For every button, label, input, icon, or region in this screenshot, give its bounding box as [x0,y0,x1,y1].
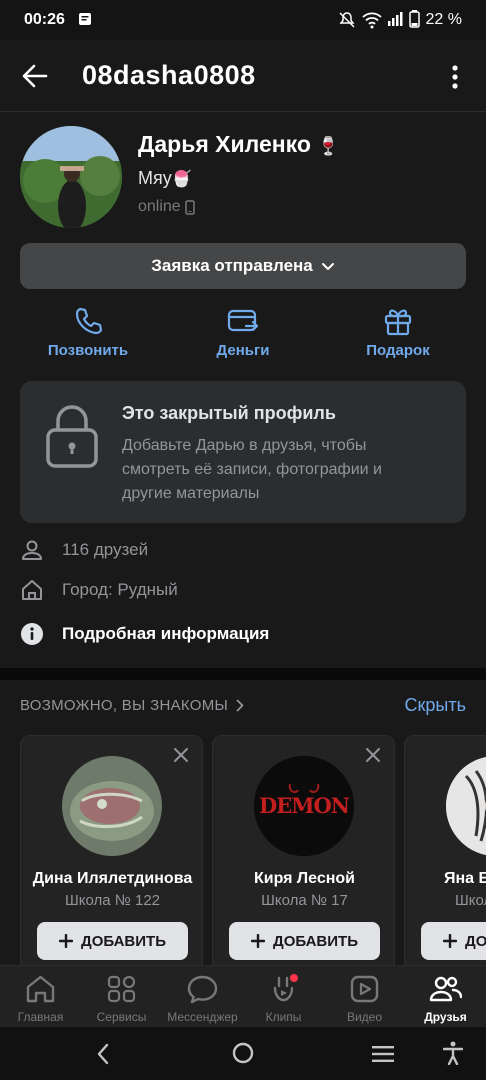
mute-icon [338,11,356,29]
city-row: Город: Рудный [20,575,178,605]
gift-icon [383,306,413,336]
phone-icon [73,306,103,336]
add-friend-button[interactable]: ДОБАВИТЬ [421,922,486,960]
wine-glass-icon: 🍷 [317,136,340,156]
money-card-icon [227,306,259,336]
nav-recents-icon[interactable] [371,1045,395,1063]
city-text: Город: Рудный [62,580,178,599]
call-button[interactable]: Позвонить [23,306,153,359]
bottom-tab-bar: Главная Сервисы Мессенджер Клипы Видео Д… [0,965,486,1027]
mobile-phone-icon [184,199,195,215]
nav-back-icon[interactable] [96,1043,110,1065]
status-time: 00:26 [24,11,65,28]
suggestion-name: Яна Е [444,870,486,887]
money-label: Деньги [216,342,270,359]
avatar[interactable] [20,126,122,228]
video-icon [348,974,381,1004]
suggestion-avatar [62,756,162,856]
closed-profile-card: Это закрытый профиль Добавьте Дарью в др… [20,381,466,523]
suggestions-heading[interactable]: ВОЗМОЖНО, ВЫ ЗНАКОМЫ [20,697,244,714]
notification-icon [78,12,92,26]
lock-icon [44,403,100,469]
profile-status: Мяу🍧 [138,168,192,188]
suggestion-card[interactable]: Яна Е Школ ДОБАВИТЬ [404,735,486,975]
demon-avatar-text: DEMON [259,793,350,818]
friends-icon [429,974,462,1004]
friend-request-button[interactable]: Заявка отправлена [20,243,466,289]
suggestion-card[interactable]: DEMON Киря Лесной Школа № 17 ДОБАВИТЬ [212,735,395,975]
tab-friends[interactable]: Друзья [405,966,486,1028]
info-icon [20,622,44,646]
signal-icon [387,11,403,27]
app-header: 08dasha0808 [0,40,486,112]
friends-count: 116 друзей [62,540,149,559]
close-icon[interactable] [174,748,188,762]
tab-messenger[interactable]: Мессенджер [162,966,243,1028]
suggestion-name: Дина Илялетдинова [32,870,193,887]
closed-profile-title: Это закрытый профиль [122,403,336,423]
profile-name: Дарья Хиленко 🍷 [138,131,340,157]
gift-label: Подарок [366,342,430,359]
chevron-right-icon [236,699,244,712]
battery-percent: 22 % [425,11,462,28]
online-indicator: online [138,198,195,216]
suggestion-school: Школа № 17 [261,892,348,909]
more-options-icon[interactable] [450,64,460,90]
clips-icon [267,974,300,1004]
suggestion-card-clip: Яна Е Школ ДОБАВИТЬ [404,735,486,975]
gift-button[interactable]: Подарок [333,306,463,359]
status-bar: 00:26 22 % [0,0,486,40]
chevron-down-icon [321,262,335,271]
tab-video[interactable]: Видео [324,966,405,1028]
suggestion-school: Школ [455,892,486,909]
hide-suggestions-link[interactable]: Скрыть [405,695,466,716]
details-text: Подробная информация [62,624,270,643]
suggestion-school: Школа № 122 [64,892,161,909]
add-friend-button[interactable]: ДОБАВИТЬ [229,922,380,960]
home-outline-icon [20,578,44,602]
tab-home[interactable]: Главная [0,966,81,1028]
page-title: 08dasha0808 [82,60,256,90]
nav-home-icon[interactable] [232,1042,254,1064]
money-button[interactable]: Деньги [178,306,308,359]
details-row[interactable]: Подробная информация [20,619,269,649]
plus-icon [443,934,458,948]
plus-icon [59,934,74,948]
plus-icon [251,934,266,948]
battery-icon [409,10,420,28]
system-navigation-bar [0,1027,486,1080]
suggestion-card[interactable]: Дина Илялетдинова Школа № 122 ДОБАВИТЬ [20,735,203,975]
suggestion-avatar [446,756,486,856]
tab-clips[interactable]: Клипы [243,966,324,1028]
suggestion-avatar: DEMON [254,756,354,856]
add-friend-button[interactable]: ДОБАВИТЬ [37,922,188,960]
section-divider [0,668,486,680]
accessibility-icon[interactable] [443,1041,463,1065]
messenger-icon [186,974,219,1004]
tab-services[interactable]: Сервисы [81,966,162,1028]
back-arrow-icon[interactable] [22,64,48,88]
wifi-icon [362,11,382,29]
home-icon [24,974,57,1004]
suggestion-name: Киря Лесной [253,870,356,887]
services-icon [105,974,138,1004]
friends-count-row[interactable]: 116 друзей [20,535,148,565]
person-icon [20,538,44,562]
shaved-ice-icon: 🍧 [171,171,192,188]
call-label: Позвонить [47,342,129,359]
closed-profile-description: Добавьте Дарью в друзья, чтобы смотреть … [122,437,382,502]
close-icon[interactable] [366,748,380,762]
